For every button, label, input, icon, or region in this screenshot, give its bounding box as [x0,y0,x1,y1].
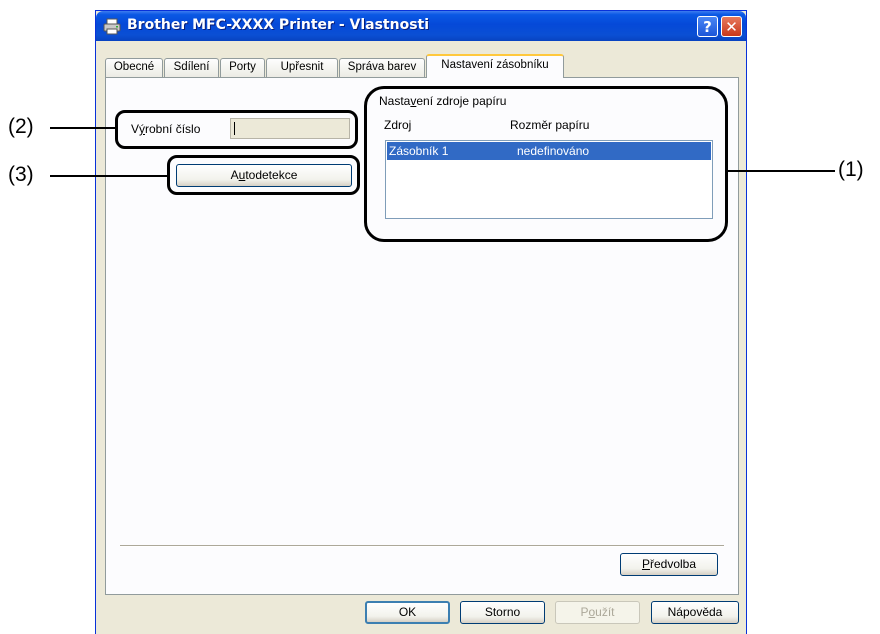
callout-box-serial [115,110,358,149]
title-bar[interactable]: Brother MFC-XXXX Printer - Vlastnosti ? … [96,11,746,41]
cancel-button[interactable]: Storno [460,601,545,624]
defaults-button[interactable]: Předvolba [620,553,718,576]
tab-advanced[interactable]: Upřesnit [266,58,338,77]
tab-general[interactable]: Obecné [105,58,163,77]
printer-icon [103,18,121,35]
callout-label-1: (1) [838,158,864,181]
help-button[interactable]: Nápověda [651,601,739,624]
apply-button[interactable]: Použít [555,601,640,624]
callout-line-2 [50,127,116,129]
tab-sharing[interactable]: Sdílení [164,58,219,77]
tab-ports[interactable]: Porty [220,58,265,77]
callout-line-3 [50,175,168,177]
tab-color-management[interactable]: Správa barev [339,58,425,77]
callout-label-2: (2) [8,115,34,138]
ok-button[interactable]: OK [365,601,450,624]
help-title-button[interactable]: ? [697,16,718,37]
separator [120,545,724,547]
callout-box-paper-source [364,86,728,242]
callout-line-1 [727,170,835,172]
tab-tray-settings[interactable]: Nastavení zásobníku [426,54,564,78]
callout-box-autodetect [167,155,360,195]
close-button[interactable]: ✕ [721,16,742,37]
callout-label-3: (3) [8,163,34,186]
window-title: Brother MFC-XXXX Printer - Vlastnosti [127,17,430,33]
